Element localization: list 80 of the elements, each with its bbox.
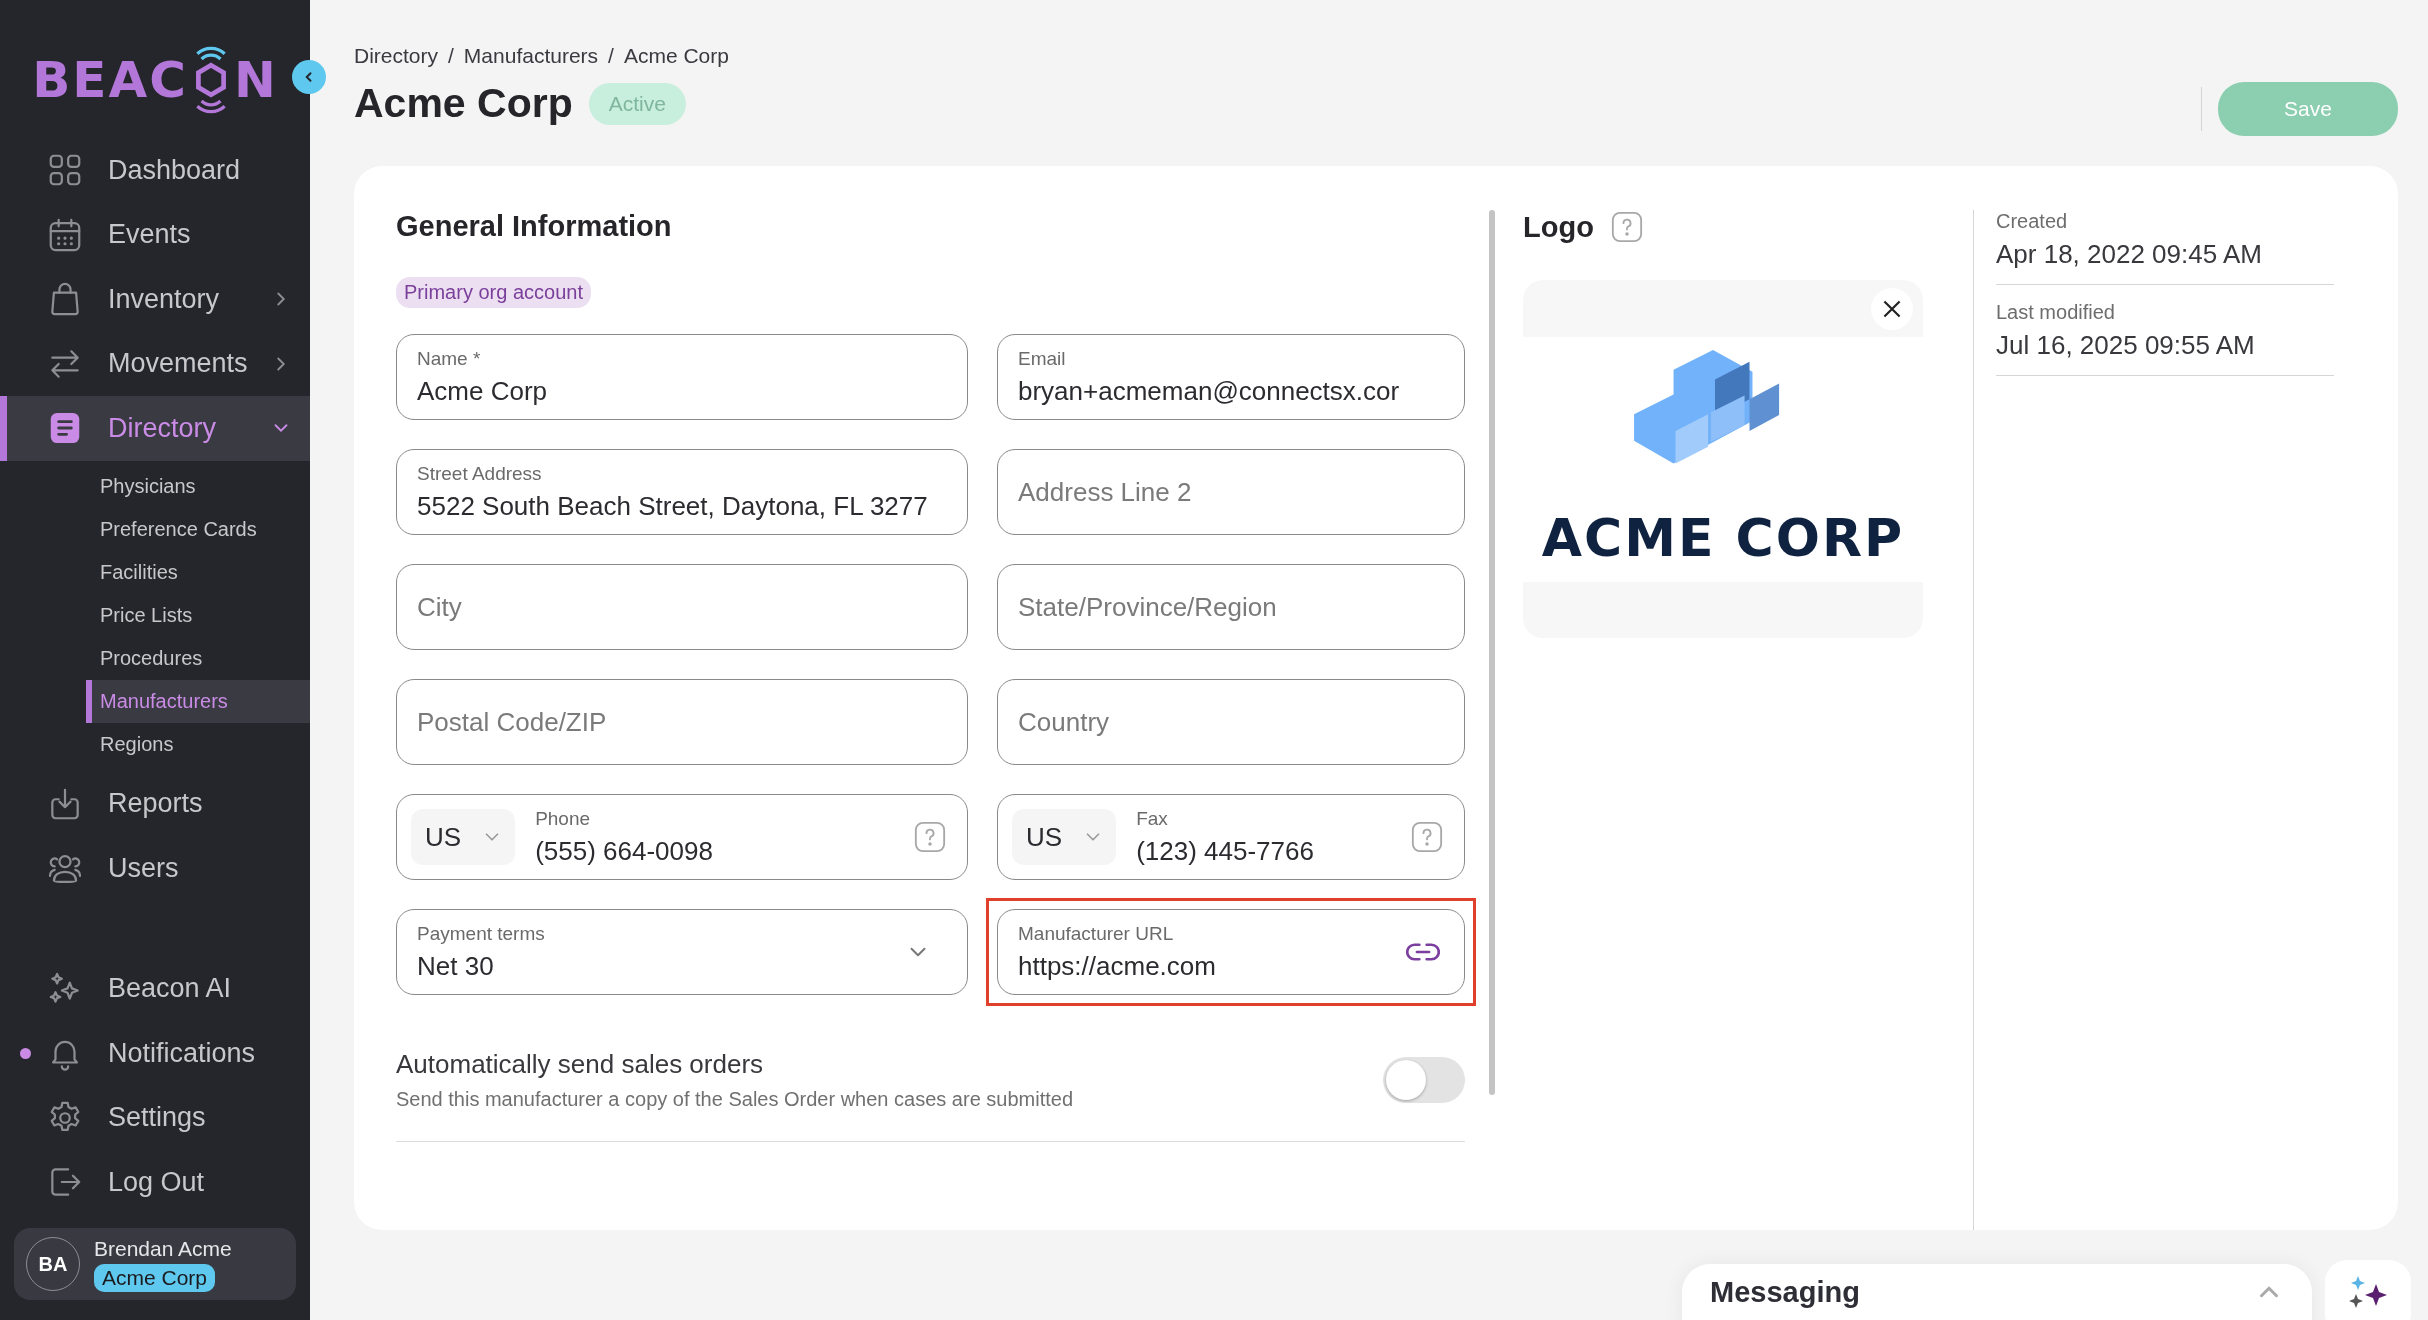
field-label: Street Address	[417, 462, 543, 485]
logo-wordmark: ACME CORP	[1541, 508, 1905, 568]
field-label: Payment terms	[417, 922, 546, 945]
meta-label: Created	[1996, 210, 2069, 233]
input-field[interactable]: Address Line 2	[997, 449, 1465, 535]
meta-label: Last modified	[1996, 301, 2116, 324]
field-value: bryan+acmeman@connectsx.cor	[1018, 375, 1401, 407]
field-value: https://acme.com	[1018, 950, 1217, 982]
nav-item[interactable]: Dashboard	[0, 138, 310, 203]
nav-subitem[interactable]: Physicians	[0, 464, 310, 508]
status-badge: Active	[588, 82, 686, 125]
field-value: Net 30	[417, 950, 495, 982]
input-field[interactable]: Name * Acme Corp	[396, 334, 968, 420]
section-title: Logo	[1523, 210, 1594, 244]
country-select[interactable]: US	[411, 809, 516, 865]
nav-subitem[interactable]: Regions	[0, 722, 310, 766]
nav-subitem[interactable]: Procedures	[0, 636, 310, 680]
nav-item[interactable]: Log Out	[0, 1150, 310, 1215]
nav-item[interactable]: Directory	[0, 396, 310, 461]
field-label: Name *	[417, 347, 482, 370]
close-button[interactable]	[1871, 288, 1913, 330]
url-field[interactable]: Manufacturer URL https://acme.com	[986, 898, 1476, 1006]
panel-title: Messaging	[1710, 1275, 1860, 1309]
help-icon[interactable]	[913, 820, 947, 854]
field-value: Acme Corp	[417, 375, 549, 407]
org-badge: Acme Corp	[94, 1263, 216, 1292]
phone-field[interactable]: US Phone (555) 664-0098	[396, 794, 968, 880]
nav-item[interactable]: Settings	[0, 1085, 310, 1150]
toggle-switch[interactable]	[1383, 1057, 1465, 1103]
collapse-sidebar-button[interactable]	[292, 60, 326, 94]
help-icon[interactable]	[1410, 820, 1444, 854]
nav-item[interactable]: Reports	[0, 771, 310, 836]
field-value: (123) 445-7766	[1136, 835, 1315, 867]
setting-description: Send this manufacturer a copy of the Sales Order when cases are submitted	[396, 1088, 1074, 1111]
input-field[interactable]: Street Address 5522 South Beach Street, Daytona, FL 3277	[396, 449, 968, 535]
select-field[interactable]: Payment terms Net 30	[396, 909, 968, 995]
input-field[interactable]: State/Province/Region	[997, 564, 1465, 650]
field-label: Email	[1018, 347, 1067, 370]
field-label: Manufacturer URL	[1018, 922, 1175, 945]
field-label: Phone	[535, 807, 592, 830]
input-field[interactable]: City	[396, 564, 968, 650]
meta-value: Apr 18, 2022 09:45 AM	[1996, 239, 2263, 270]
field-label: Fax	[1136, 807, 1169, 830]
input-field[interactable]: Country	[997, 679, 1465, 765]
field-value: (555) 664-0098	[535, 835, 714, 867]
nav-item[interactable]: Notifications	[0, 1021, 310, 1086]
account-tag: Primary org account	[396, 277, 591, 308]
nav-item[interactable]: Beacon AI	[0, 956, 310, 1021]
field-placeholder: Postal Code/ZIP	[417, 706, 608, 738]
setting-title: Automatically send sales orders	[396, 1049, 765, 1080]
section-title: General Information	[396, 210, 673, 243]
nav-subitem[interactable]: Facilities	[0, 550, 310, 594]
nav-item[interactable]: Events	[0, 202, 310, 267]
phone-field[interactable]: US Fax (123) 445-7766	[997, 794, 1465, 880]
field-placeholder: City	[417, 591, 463, 623]
ai-assistant-button[interactable]	[2325, 1260, 2411, 1320]
nav-subitem[interactable]: Preference Cards	[0, 507, 310, 551]
link-icon[interactable]	[1406, 942, 1440, 962]
messaging-panel[interactable]: Messaging	[1682, 1264, 2312, 1320]
input-field[interactable]: Postal Code/ZIP	[396, 679, 968, 765]
field-placeholder: Address Line 2	[1018, 476, 1193, 508]
page-title: Acme Corp	[354, 80, 573, 127]
meta-value: Jul 16, 2025 09:55 AM	[1996, 330, 2256, 361]
user-card[interactable]: BA Brendan Acme Acme Corp	[14, 1228, 296, 1300]
app-logo: BEAC N	[32, 36, 278, 124]
breadcrumb-link[interactable]: Manufacturers	[463, 44, 599, 68]
input-field[interactable]: Email bryan+acmeman@connectsx.cor	[997, 334, 1465, 420]
breadcrumb-separator: /	[448, 44, 454, 68]
nav-item[interactable]: Users	[0, 836, 310, 901]
breadcrumb-separator: /	[608, 44, 614, 68]
field-value: 5522 South Beach Street, Daytona, FL 3277	[417, 490, 929, 522]
field-placeholder: Country	[1018, 706, 1111, 738]
nav-item[interactable]: Inventory	[0, 267, 310, 332]
breadcrumb-link[interactable]: Directory	[354, 44, 438, 68]
nav-item[interactable]: Movements	[0, 331, 310, 396]
help-icon[interactable]	[1609, 210, 1644, 244]
user-name: Brendan Acme	[94, 1236, 232, 1261]
country-select[interactable]: US	[1012, 809, 1117, 865]
nav-subitem[interactable]: Price Lists	[0, 593, 310, 637]
field-placeholder: State/Province/Region	[1018, 591, 1278, 623]
